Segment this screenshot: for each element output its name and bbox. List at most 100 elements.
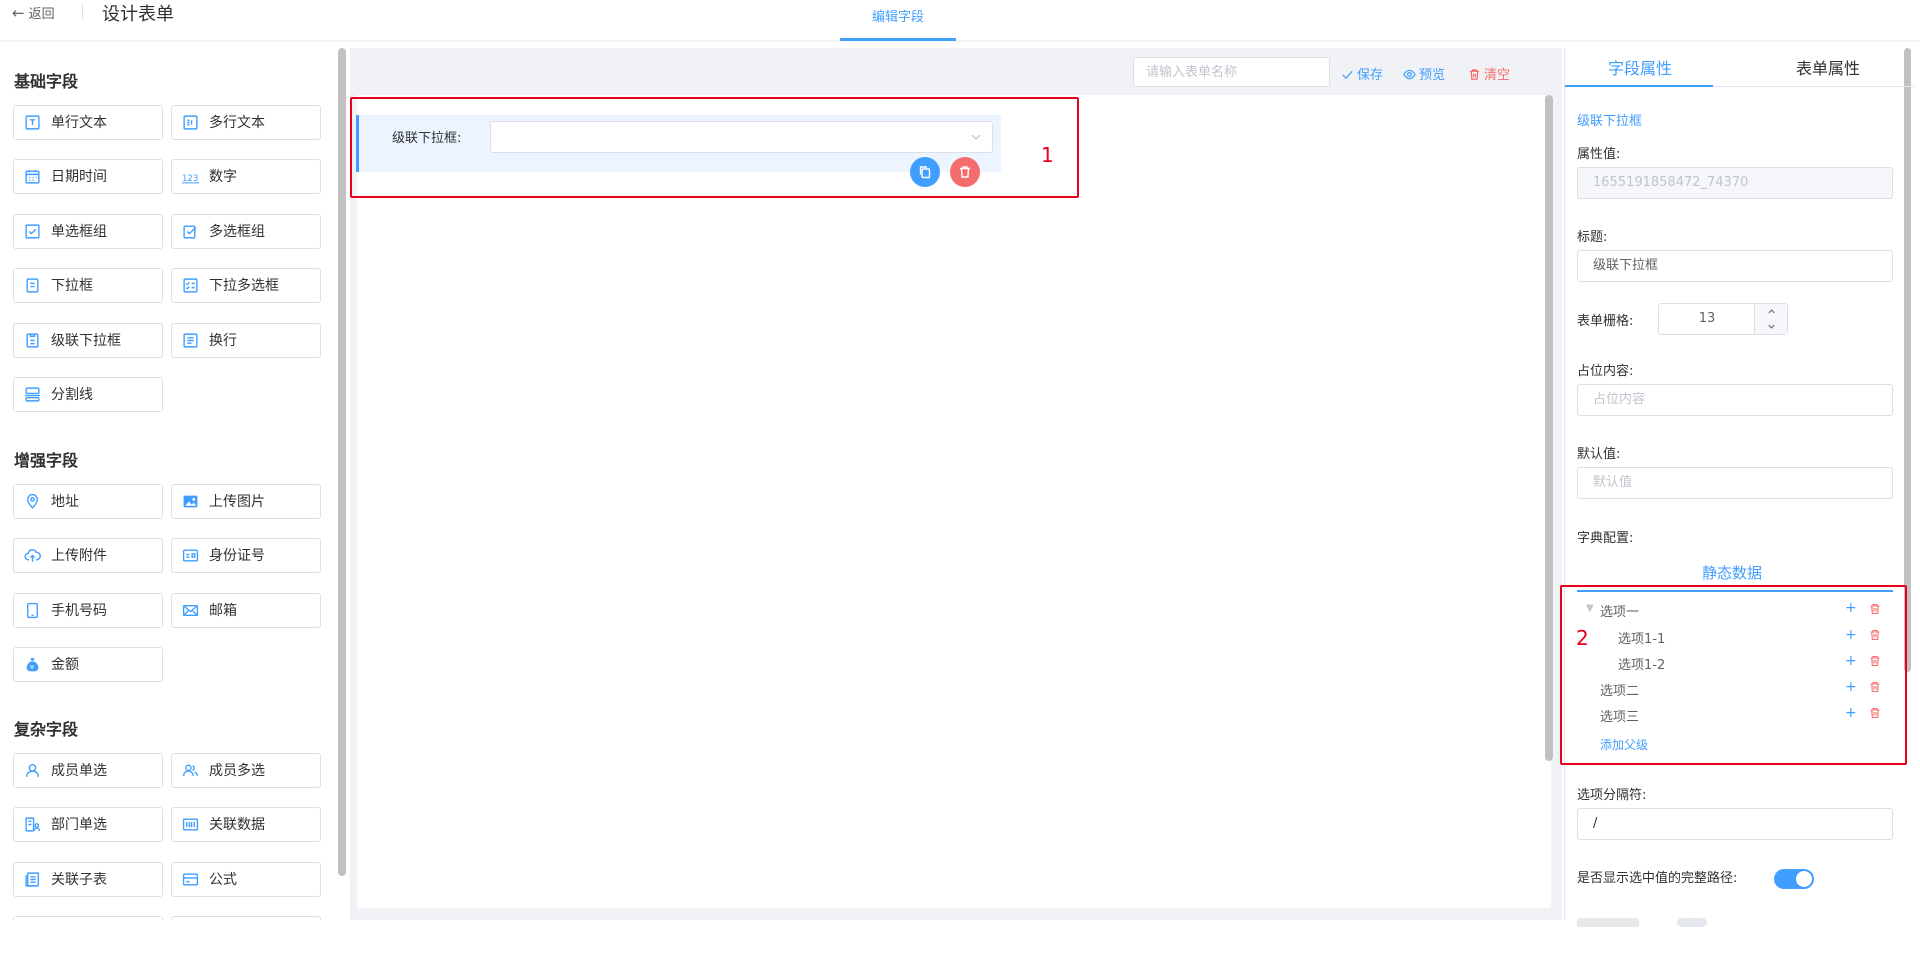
grid-value: 13 bbox=[1698, 311, 1716, 326]
field-button-cascade-select[interactable]: 级联下拉框 bbox=[13, 323, 163, 358]
partial-toggle bbox=[1677, 918, 1707, 927]
field-button-partial[interactable] bbox=[13, 916, 163, 920]
field-button-department-single[interactable]: 部门单选 bbox=[13, 807, 163, 842]
active-tab-indicator bbox=[840, 38, 956, 41]
tab-static-data[interactable]: 静态数据 bbox=[1702, 562, 1762, 583]
decrement-button[interactable] bbox=[1754, 319, 1787, 334]
document-icon bbox=[24, 277, 41, 294]
field-button-number[interactable]: 123 数字 bbox=[171, 159, 321, 194]
field-button-label: 分割线 bbox=[51, 387, 93, 403]
properties-scrollbar[interactable] bbox=[1904, 48, 1911, 672]
users-icon bbox=[182, 762, 199, 779]
field-button-label: 下拉多选框 bbox=[209, 278, 279, 294]
field-button-newline[interactable]: 换行 bbox=[171, 323, 321, 358]
form-name-input[interactable] bbox=[1133, 57, 1330, 87]
default-value-label: 默认值: bbox=[1577, 447, 1621, 462]
grid-label: 表单栅格: bbox=[1577, 314, 1634, 329]
field-button-label: 关联数据 bbox=[209, 817, 265, 833]
field-button-multi-select[interactable]: 下拉多选框 bbox=[171, 268, 321, 303]
default-value-field[interactable]: 默认值 bbox=[1577, 467, 1893, 499]
annotation-box-1 bbox=[350, 97, 1079, 198]
divider bbox=[82, 3, 83, 19]
full-path-label: 是否显示选中值的完整路径: bbox=[1577, 871, 1738, 886]
save-button[interactable]: 保存 bbox=[1341, 64, 1383, 83]
field-button-select[interactable]: 下拉框 bbox=[13, 268, 163, 303]
toggle-knob bbox=[1796, 871, 1812, 887]
preview-button[interactable]: 预览 bbox=[1403, 64, 1445, 83]
field-button-email[interactable]: 邮箱 bbox=[171, 593, 321, 628]
form-canvas[interactable] bbox=[357, 95, 1551, 908]
field-button-member-multi[interactable]: 成员多选 bbox=[171, 753, 321, 788]
field-button-label: 上传图片 bbox=[209, 494, 265, 510]
subtable-icon bbox=[24, 871, 41, 888]
grid-stepper[interactable]: 13 bbox=[1658, 303, 1788, 335]
partial-label bbox=[1577, 918, 1639, 927]
field-button-label: 邮箱 bbox=[209, 603, 237, 619]
group-title-enhanced: 增强字段 bbox=[14, 451, 79, 470]
svg-text:¥: ¥ bbox=[30, 663, 34, 671]
clear-button[interactable]: 清空 bbox=[1468, 64, 1510, 83]
department-icon bbox=[24, 816, 41, 833]
arrow-left-icon: ← bbox=[12, 4, 25, 22]
location-icon bbox=[24, 493, 41, 510]
field-button-label: 关联子表 bbox=[51, 872, 107, 888]
field-button-address[interactable]: 地址 bbox=[13, 484, 163, 519]
newline-icon bbox=[182, 332, 199, 349]
full-path-toggle[interactable] bbox=[1774, 869, 1814, 889]
increment-button[interactable] bbox=[1754, 304, 1787, 320]
list-check-icon bbox=[182, 277, 199, 294]
eye-icon bbox=[1403, 69, 1416, 80]
field-button-checkbox-group[interactable]: 多选框组 bbox=[171, 214, 321, 249]
field-button-label: 地址 bbox=[51, 494, 79, 510]
image-icon bbox=[182, 493, 199, 510]
placeholder-field[interactable]: 占位内容 bbox=[1577, 384, 1893, 416]
check-icon bbox=[1342, 70, 1353, 80]
title-field[interactable]: 级联下拉框 bbox=[1577, 250, 1893, 282]
back-button[interactable]: ← 返回 bbox=[12, 3, 55, 22]
field-button-radio-group[interactable]: 单选框组 bbox=[13, 214, 163, 249]
field-button-related-subtable[interactable]: 关联子表 bbox=[13, 862, 163, 897]
field-button-member-single[interactable]: 成员单选 bbox=[13, 753, 163, 788]
annotation-box-2 bbox=[1560, 585, 1907, 765]
dict-config-label: 字典配置: bbox=[1577, 531, 1634, 546]
text-input-icon bbox=[24, 114, 41, 131]
attr-value-field: 1655191858472_74370 bbox=[1577, 167, 1893, 199]
tab-edit-fields[interactable]: 编辑字段 bbox=[840, 6, 956, 25]
attr-value-label: 属性值: bbox=[1577, 147, 1621, 162]
annotation-number-1: 1 bbox=[1041, 143, 1054, 167]
calendar-icon bbox=[24, 168, 41, 185]
field-button-upload-image[interactable]: 上传图片 bbox=[171, 484, 321, 519]
active-tab-indicator bbox=[1565, 85, 1713, 87]
separator-field[interactable]: / bbox=[1577, 808, 1893, 840]
field-button-formula[interactable]: 公式 bbox=[171, 862, 321, 897]
field-button-multi-text[interactable]: 多行文本 bbox=[171, 105, 321, 140]
field-button-phone[interactable]: 手机号码 bbox=[13, 593, 163, 628]
field-button-related-data[interactable]: 关联数据 bbox=[171, 807, 321, 842]
textarea-icon bbox=[182, 114, 199, 131]
field-button-label: 下拉框 bbox=[51, 278, 93, 294]
field-button-label: 公式 bbox=[209, 872, 237, 888]
field-button-datetime[interactable]: 日期时间 bbox=[13, 159, 163, 194]
page-title: 设计表单 bbox=[102, 4, 174, 25]
trash-icon bbox=[1469, 69, 1480, 80]
checkbox-icon bbox=[24, 223, 41, 240]
field-button-single-text[interactable]: 单行文本 bbox=[13, 105, 163, 140]
separator-label: 选项分隔符: bbox=[1577, 788, 1647, 803]
field-button-amount[interactable]: ¥ 金额 bbox=[13, 647, 163, 682]
chevron-up-icon bbox=[1767, 309, 1775, 314]
field-button-id-number[interactable]: 身份证号 bbox=[171, 538, 321, 573]
field-button-partial[interactable] bbox=[171, 916, 321, 920]
tab-form-properties[interactable]: 表单属性 bbox=[1796, 55, 1860, 79]
field-button-label: 多选框组 bbox=[209, 224, 265, 240]
clear-label: 清空 bbox=[1484, 68, 1511, 83]
field-button-label: 身份证号 bbox=[209, 548, 265, 564]
canvas-scrollbar[interactable] bbox=[1545, 95, 1553, 761]
group-title-complex: 复杂字段 bbox=[14, 720, 79, 739]
svg-text:123: 123 bbox=[182, 174, 198, 184]
tab-field-properties[interactable]: 字段属性 bbox=[1608, 55, 1672, 79]
field-button-label: 部门单选 bbox=[51, 817, 107, 833]
field-button-divider[interactable]: 分割线 bbox=[13, 377, 163, 412]
palette-scrollbar[interactable] bbox=[338, 48, 346, 876]
field-button-upload-attachment[interactable]: 上传附件 bbox=[13, 538, 163, 573]
multi-checkbox-icon bbox=[182, 223, 199, 240]
